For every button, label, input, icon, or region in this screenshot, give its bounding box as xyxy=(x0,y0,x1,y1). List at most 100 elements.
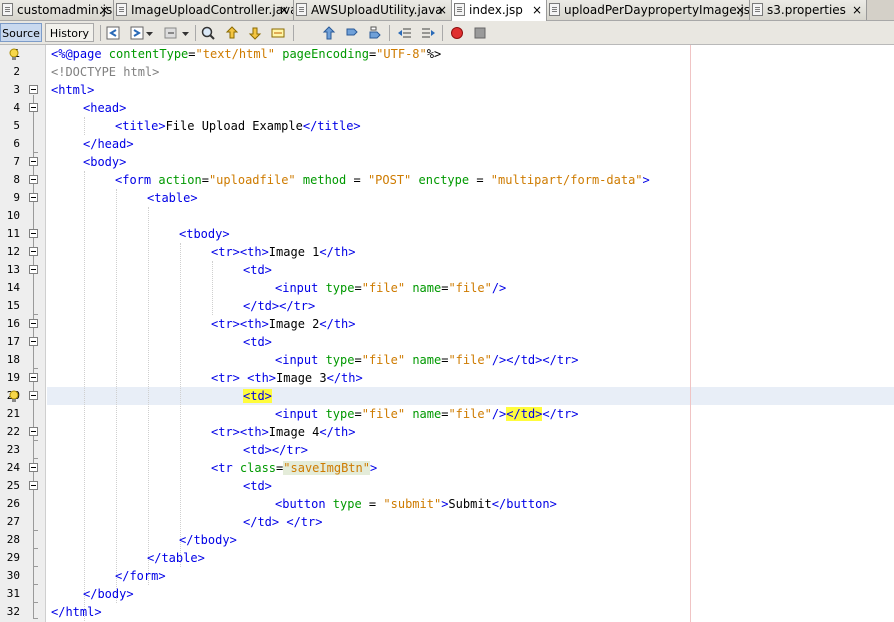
fold-end-marker xyxy=(33,440,38,441)
fold-icon[interactable] xyxy=(29,427,38,436)
tag-token: <tr> <th> xyxy=(211,371,277,385)
attr-token: name xyxy=(412,281,442,295)
last-edit-icon[interactable] xyxy=(163,25,179,41)
chevron-down-icon[interactable] xyxy=(181,25,190,41)
code-line-11: <tbody> xyxy=(179,227,230,241)
close-icon[interactable]: × xyxy=(735,0,745,20)
text-token: Image 1 xyxy=(268,245,320,259)
tag-token: <tr><th> xyxy=(211,317,269,331)
tag-token: <title> xyxy=(115,119,166,133)
code-line-8: <form action="uploadfile" method = "POST… xyxy=(115,171,650,189)
tab-customadmin-js[interactable]: customadmin.js × xyxy=(0,0,114,20)
shift-left-icon[interactable] xyxy=(397,25,413,41)
fold-icon[interactable] xyxy=(29,229,38,238)
code-line-28: </tbody> xyxy=(179,533,237,547)
toggle-bookmark-icon[interactable] xyxy=(321,25,337,41)
line-number: 5 xyxy=(13,119,20,132)
prev-occurrence-icon[interactable] xyxy=(224,25,240,41)
tab-index-jsp[interactable]: index.jsp × xyxy=(452,0,547,21)
jsp-directive-token: %> xyxy=(426,47,442,61)
tag-token: </title> xyxy=(302,119,361,133)
close-icon[interactable]: × xyxy=(532,0,542,20)
chevron-down-icon[interactable] xyxy=(145,25,154,41)
code-line-13: <td> xyxy=(243,263,272,277)
prev-bookmark-icon[interactable] xyxy=(344,25,360,41)
indent-guide xyxy=(84,171,85,621)
code-line-2: <!DOCTYPE html> xyxy=(51,65,160,79)
code-line-31: </body> xyxy=(83,587,134,601)
toolbar-separator xyxy=(389,25,390,41)
fold-icon[interactable] xyxy=(29,157,38,166)
tab-s3-properties[interactable]: s3.properties × xyxy=(750,0,867,20)
tab-uploadperdaypropertyimage-jsp[interactable]: uploadPerDaypropertyImage.jsp × xyxy=(547,0,750,20)
find-icon[interactable] xyxy=(200,25,216,41)
tag-token: <tr xyxy=(211,461,240,475)
fold-icon[interactable] xyxy=(29,481,38,490)
fold-icon[interactable] xyxy=(29,373,38,382)
tag-token: /></td></tr> xyxy=(491,353,579,367)
fold-icon[interactable] xyxy=(29,463,38,472)
close-icon[interactable]: × xyxy=(99,0,109,20)
code-editor[interactable]: 1 2 3 4 5 6 7 8 9 10 11 12 13 14 15 16 1… xyxy=(0,45,894,622)
line-number: 19 xyxy=(6,371,20,384)
hint-bulb-icon[interactable] xyxy=(9,48,19,61)
line-number: 15 xyxy=(6,299,20,312)
line-number: 7 xyxy=(13,155,20,168)
toggle-highlight-icon[interactable] xyxy=(270,25,286,41)
attr-token: class xyxy=(239,461,277,475)
hint-bulb-icon[interactable] xyxy=(9,390,19,403)
editor-toolbar: Source History xyxy=(0,21,894,45)
source-button[interactable]: Source xyxy=(0,23,42,42)
record-macro-icon[interactable] xyxy=(449,25,465,41)
indent-guide xyxy=(212,261,213,315)
code-line-4: <head> xyxy=(83,101,127,115)
operator-token: = xyxy=(346,173,368,187)
fold-icon[interactable] xyxy=(29,265,38,274)
line-number: 6 xyxy=(13,137,20,150)
matched-tag-token: <td> xyxy=(243,389,272,403)
tab-imageuploadcontroller-java[interactable]: ImageUploadController.java × xyxy=(114,0,294,20)
code-line-7: <body> xyxy=(83,155,127,169)
value-token: "text/html" xyxy=(195,47,275,61)
jsp-file-icon xyxy=(454,3,465,16)
line-number: 23 xyxy=(6,443,20,456)
operator-token: = xyxy=(188,47,196,61)
line-number: 11 xyxy=(6,227,20,240)
current-line-highlight xyxy=(47,387,894,405)
fold-icon[interactable] xyxy=(29,175,38,184)
fold-icon[interactable] xyxy=(29,337,38,346)
code-line-14: <input type="file" name="file"/> xyxy=(275,279,506,297)
close-icon[interactable]: × xyxy=(852,0,862,20)
stop-macro-icon[interactable] xyxy=(472,25,488,41)
line-number: 32 xyxy=(6,605,20,618)
value-token: "file" xyxy=(448,407,492,421)
history-button[interactable]: History xyxy=(45,23,94,42)
shift-right-icon[interactable] xyxy=(420,25,436,41)
attr-token: method xyxy=(302,173,347,187)
fold-icon[interactable] xyxy=(29,319,38,328)
fold-icon[interactable] xyxy=(29,247,38,256)
tag-token: <input xyxy=(275,353,326,367)
editor-tab-bar: customadmin.js × ImageUploadController.ja… xyxy=(0,0,894,21)
fold-icon[interactable] xyxy=(29,85,38,94)
back-icon[interactable] xyxy=(105,25,121,41)
close-icon[interactable]: × xyxy=(437,0,447,20)
line-number: 27 xyxy=(6,515,20,528)
tag-token: </tr> xyxy=(542,407,579,421)
next-bookmark-icon[interactable] xyxy=(367,25,383,41)
next-occurrence-icon[interactable] xyxy=(247,25,263,41)
line-number: 10 xyxy=(6,209,20,222)
fold-icon[interactable] xyxy=(29,193,38,202)
close-icon[interactable]: × xyxy=(279,0,289,20)
tab-awsuploadutility-java[interactable]: AWSUploadUtility.java × xyxy=(294,0,452,20)
text-token: File Upload Example xyxy=(165,119,303,133)
fold-icon[interactable] xyxy=(29,103,38,112)
fold-icon[interactable] xyxy=(29,391,38,400)
forward-icon[interactable] xyxy=(129,25,145,41)
value-token: "submit" xyxy=(383,497,442,511)
value-token: "saveImgBtn" xyxy=(283,461,370,475)
indent-guide xyxy=(148,207,149,585)
value-token: "uploadfile" xyxy=(208,173,296,187)
attr-token: action xyxy=(158,173,202,187)
java-file-icon xyxy=(296,3,307,16)
